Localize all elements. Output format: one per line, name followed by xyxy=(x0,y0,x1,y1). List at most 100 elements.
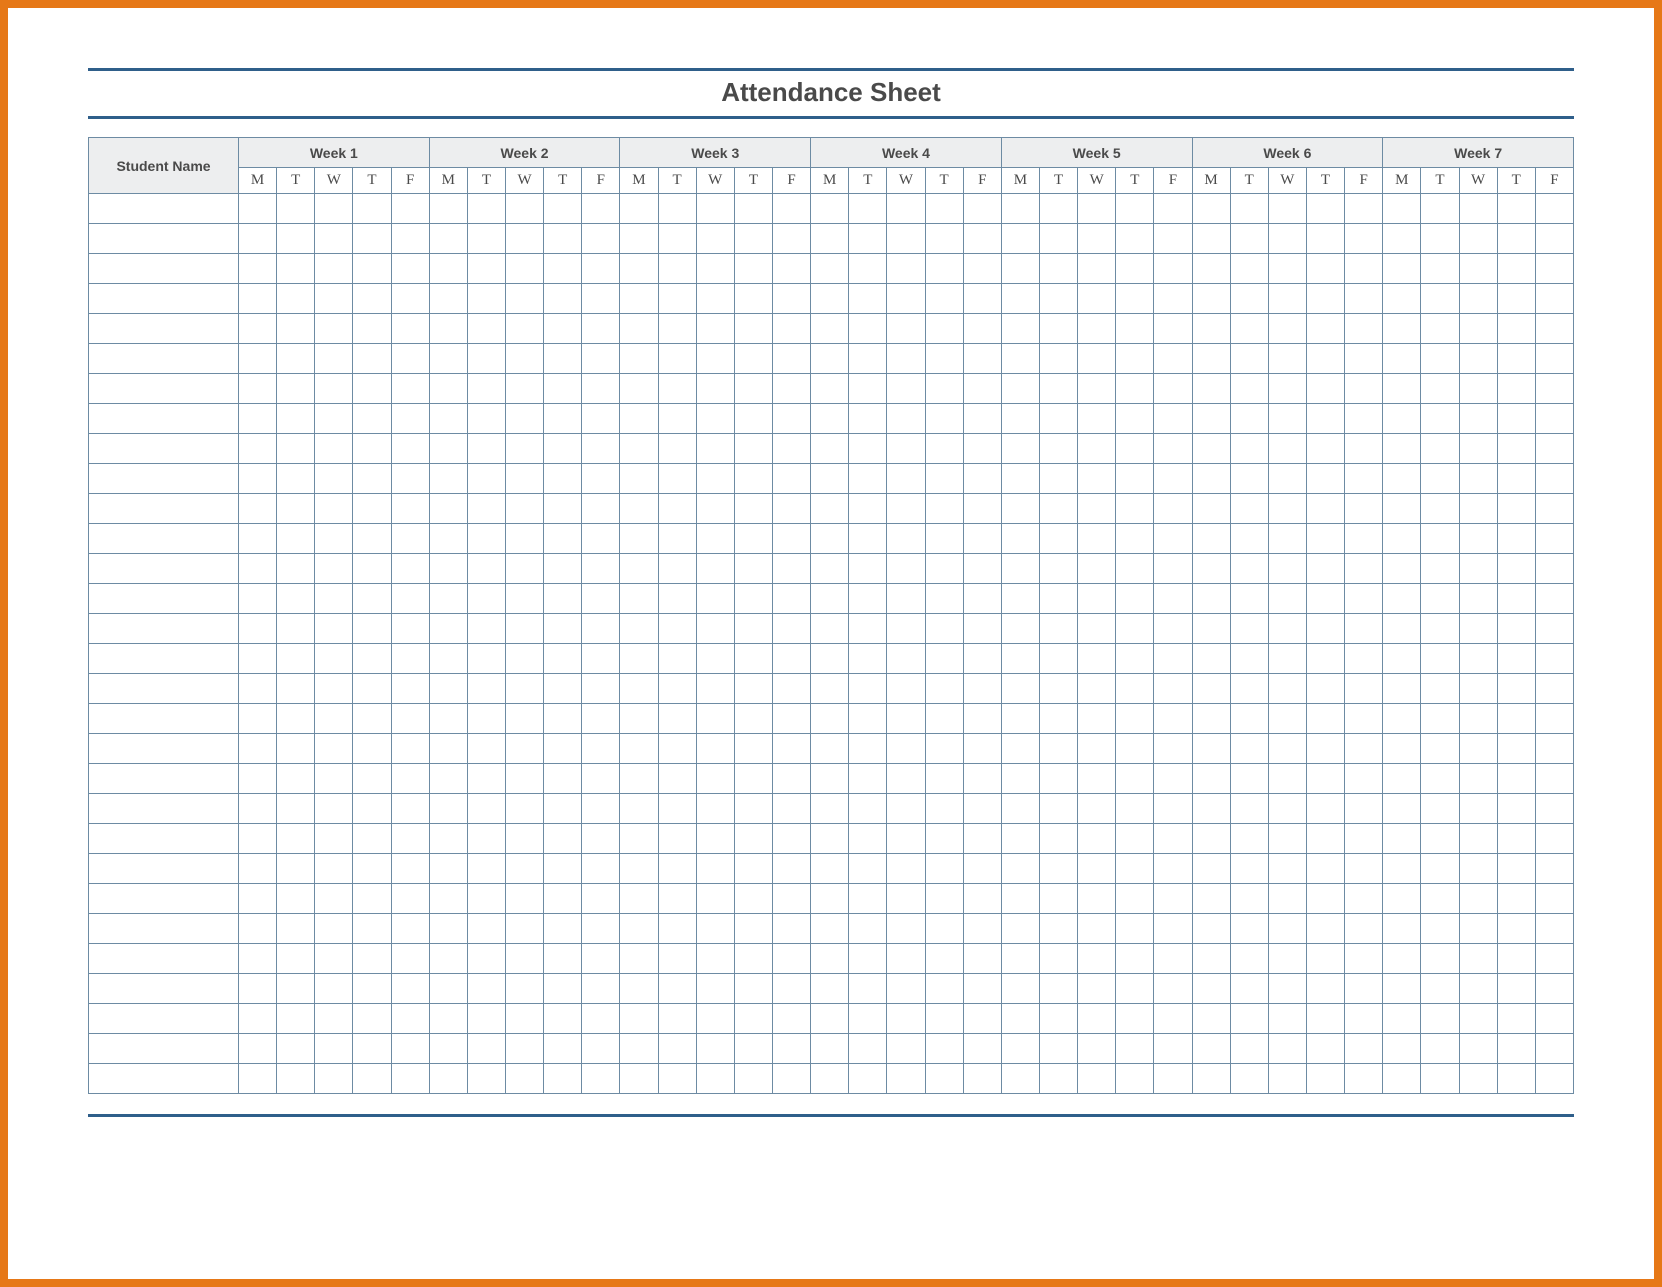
cell-attendance[interactable] xyxy=(887,914,925,944)
cell-attendance[interactable] xyxy=(1345,944,1383,974)
cell-attendance[interactable] xyxy=(620,494,658,524)
cell-attendance[interactable] xyxy=(772,1064,810,1094)
cell-attendance[interactable] xyxy=(1116,314,1154,344)
cell-attendance[interactable] xyxy=(620,614,658,644)
cell-attendance[interactable] xyxy=(505,284,543,314)
cell-attendance[interactable] xyxy=(620,524,658,554)
cell-attendance[interactable] xyxy=(1306,1034,1344,1064)
cell-attendance[interactable] xyxy=(353,224,391,254)
cell-attendance[interactable] xyxy=(277,914,315,944)
cell-attendance[interactable] xyxy=(658,914,696,944)
cell-attendance[interactable] xyxy=(1383,914,1421,944)
cell-attendance[interactable] xyxy=(887,614,925,644)
cell-attendance[interactable] xyxy=(1345,884,1383,914)
cell-attendance[interactable] xyxy=(429,764,467,794)
cell-attendance[interactable] xyxy=(1535,764,1573,794)
cell-attendance[interactable] xyxy=(1421,1004,1459,1034)
cell-attendance[interactable] xyxy=(620,794,658,824)
cell-attendance[interactable] xyxy=(391,434,429,464)
cell-attendance[interactable] xyxy=(1039,494,1077,524)
cell-attendance[interactable] xyxy=(315,854,353,884)
cell-attendance[interactable] xyxy=(1116,404,1154,434)
cell-attendance[interactable] xyxy=(696,764,734,794)
cell-student-name[interactable] xyxy=(89,1004,239,1034)
cell-attendance[interactable] xyxy=(467,344,505,374)
cell-attendance[interactable] xyxy=(1421,374,1459,404)
cell-attendance[interactable] xyxy=(849,764,887,794)
cell-attendance[interactable] xyxy=(620,824,658,854)
cell-attendance[interactable] xyxy=(1154,614,1192,644)
cell-attendance[interactable] xyxy=(658,524,696,554)
cell-attendance[interactable] xyxy=(1230,434,1268,464)
cell-attendance[interactable] xyxy=(391,884,429,914)
cell-attendance[interactable] xyxy=(544,494,582,524)
cell-attendance[interactable] xyxy=(239,734,277,764)
cell-attendance[interactable] xyxy=(391,314,429,344)
cell-attendance[interactable] xyxy=(849,464,887,494)
cell-attendance[interactable] xyxy=(772,194,810,224)
cell-attendance[interactable] xyxy=(467,764,505,794)
cell-attendance[interactable] xyxy=(887,344,925,374)
cell-attendance[interactable] xyxy=(1421,194,1459,224)
cell-attendance[interactable] xyxy=(963,884,1001,914)
cell-attendance[interactable] xyxy=(1421,974,1459,1004)
cell-attendance[interactable] xyxy=(1306,374,1344,404)
cell-attendance[interactable] xyxy=(391,224,429,254)
cell-attendance[interactable] xyxy=(963,494,1001,524)
cell-attendance[interactable] xyxy=(505,554,543,584)
cell-attendance[interactable] xyxy=(849,974,887,1004)
cell-attendance[interactable] xyxy=(505,194,543,224)
cell-attendance[interactable] xyxy=(1154,584,1192,614)
cell-attendance[interactable] xyxy=(1383,254,1421,284)
cell-attendance[interactable] xyxy=(1497,1064,1535,1094)
cell-attendance[interactable] xyxy=(1039,314,1077,344)
cell-attendance[interactable] xyxy=(1116,794,1154,824)
cell-attendance[interactable] xyxy=(277,404,315,434)
cell-attendance[interactable] xyxy=(582,704,620,734)
cell-attendance[interactable] xyxy=(772,254,810,284)
cell-attendance[interactable] xyxy=(277,824,315,854)
cell-attendance[interactable] xyxy=(315,734,353,764)
cell-attendance[interactable] xyxy=(1230,374,1268,404)
cell-attendance[interactable] xyxy=(811,824,849,854)
cell-attendance[interactable] xyxy=(391,494,429,524)
cell-attendance[interactable] xyxy=(1383,944,1421,974)
cell-attendance[interactable] xyxy=(239,824,277,854)
cell-attendance[interactable] xyxy=(963,674,1001,704)
cell-attendance[interactable] xyxy=(1383,1034,1421,1064)
cell-attendance[interactable] xyxy=(391,794,429,824)
cell-attendance[interactable] xyxy=(696,734,734,764)
cell-attendance[interactable] xyxy=(772,704,810,734)
cell-attendance[interactable] xyxy=(544,254,582,284)
cell-attendance[interactable] xyxy=(963,344,1001,374)
cell-attendance[interactable] xyxy=(1116,254,1154,284)
cell-attendance[interactable] xyxy=(1001,644,1039,674)
cell-attendance[interactable] xyxy=(1192,914,1230,944)
cell-attendance[interactable] xyxy=(1306,674,1344,704)
cell-attendance[interactable] xyxy=(505,224,543,254)
cell-attendance[interactable] xyxy=(1383,374,1421,404)
cell-attendance[interactable] xyxy=(887,284,925,314)
cell-attendance[interactable] xyxy=(734,254,772,284)
cell-attendance[interactable] xyxy=(925,644,963,674)
cell-attendance[interactable] xyxy=(1039,794,1077,824)
cell-attendance[interactable] xyxy=(391,1034,429,1064)
cell-attendance[interactable] xyxy=(1459,224,1497,254)
cell-attendance[interactable] xyxy=(963,764,1001,794)
cell-attendance[interactable] xyxy=(620,674,658,704)
cell-attendance[interactable] xyxy=(239,344,277,374)
cell-attendance[interactable] xyxy=(849,854,887,884)
cell-attendance[interactable] xyxy=(582,524,620,554)
cell-attendance[interactable] xyxy=(658,884,696,914)
cell-attendance[interactable] xyxy=(887,884,925,914)
cell-attendance[interactable] xyxy=(1001,224,1039,254)
cell-attendance[interactable] xyxy=(1116,614,1154,644)
cell-attendance[interactable] xyxy=(963,614,1001,644)
cell-attendance[interactable] xyxy=(1078,254,1116,284)
cell-attendance[interactable] xyxy=(1306,254,1344,284)
cell-attendance[interactable] xyxy=(1154,224,1192,254)
cell-attendance[interactable] xyxy=(1116,524,1154,554)
cell-attendance[interactable] xyxy=(1497,884,1535,914)
cell-attendance[interactable] xyxy=(1268,374,1306,404)
cell-attendance[interactable] xyxy=(353,884,391,914)
